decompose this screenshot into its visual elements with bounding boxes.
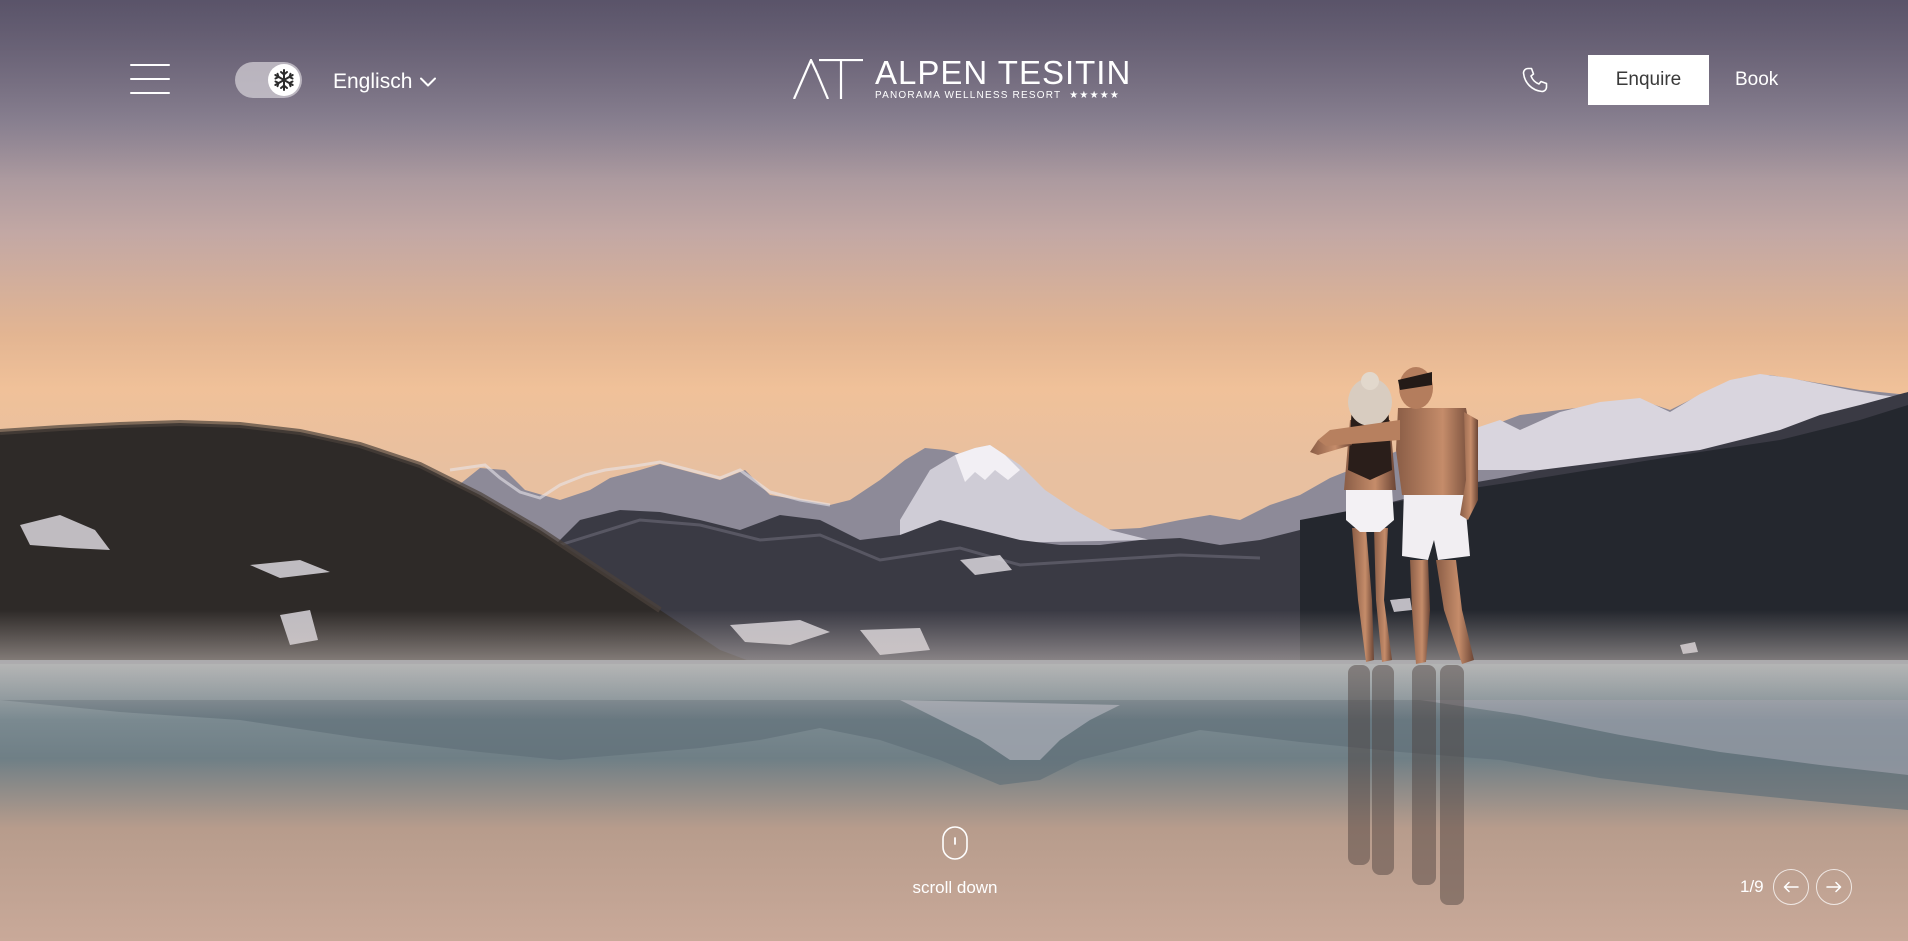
enquire-button[interactable]: Enquire	[1588, 55, 1709, 105]
previous-slide-button[interactable]	[1772, 869, 1809, 905]
hamburger-menu-icon	[130, 64, 170, 66]
logo[interactable]: ALPEN TESITIN PANORAMA WELLNESS RESORT ★…	[793, 56, 1130, 102]
hero-section: Englisch ALPEN TESITIN PANORAMA WELLNESS…	[0, 0, 1908, 941]
chevron-down-icon	[420, 77, 437, 87]
phone-icon	[1522, 67, 1548, 93]
snowflake-icon	[274, 69, 294, 91]
language-selected-label: Englisch	[333, 70, 413, 93]
language-select[interactable]: Englisch	[333, 68, 437, 96]
slider-navigation: 1/9	[1740, 869, 1852, 905]
logo-name: ALPEN TESITIN	[875, 54, 1132, 91]
hero-background-image	[0, 0, 1908, 941]
book-button[interactable]: Book	[1735, 66, 1778, 94]
logo-subtitle: PANORAMA WELLNESS RESORT	[875, 90, 1062, 101]
next-slide-button[interactable]	[1815, 869, 1852, 905]
season-toggle[interactable]	[235, 62, 302, 98]
scroll-down-button[interactable]: scroll down	[895, 826, 1015, 902]
toggle-knob	[268, 64, 300, 96]
logo-subtitle-row: PANORAMA WELLNESS RESORT ★★★★★	[875, 90, 1120, 102]
arrow-right-icon	[1825, 881, 1841, 893]
arrow-left-icon	[1783, 881, 1799, 893]
logo-mark	[793, 59, 863, 99]
phone-button[interactable]	[1521, 66, 1549, 94]
scroll-down-label: scroll down	[912, 878, 998, 897]
slide-counter: 1/9	[1740, 877, 1764, 896]
logo-stars: ★★★★★	[1069, 90, 1121, 101]
menu-button[interactable]	[130, 64, 170, 94]
mouse-icon	[942, 826, 968, 860]
